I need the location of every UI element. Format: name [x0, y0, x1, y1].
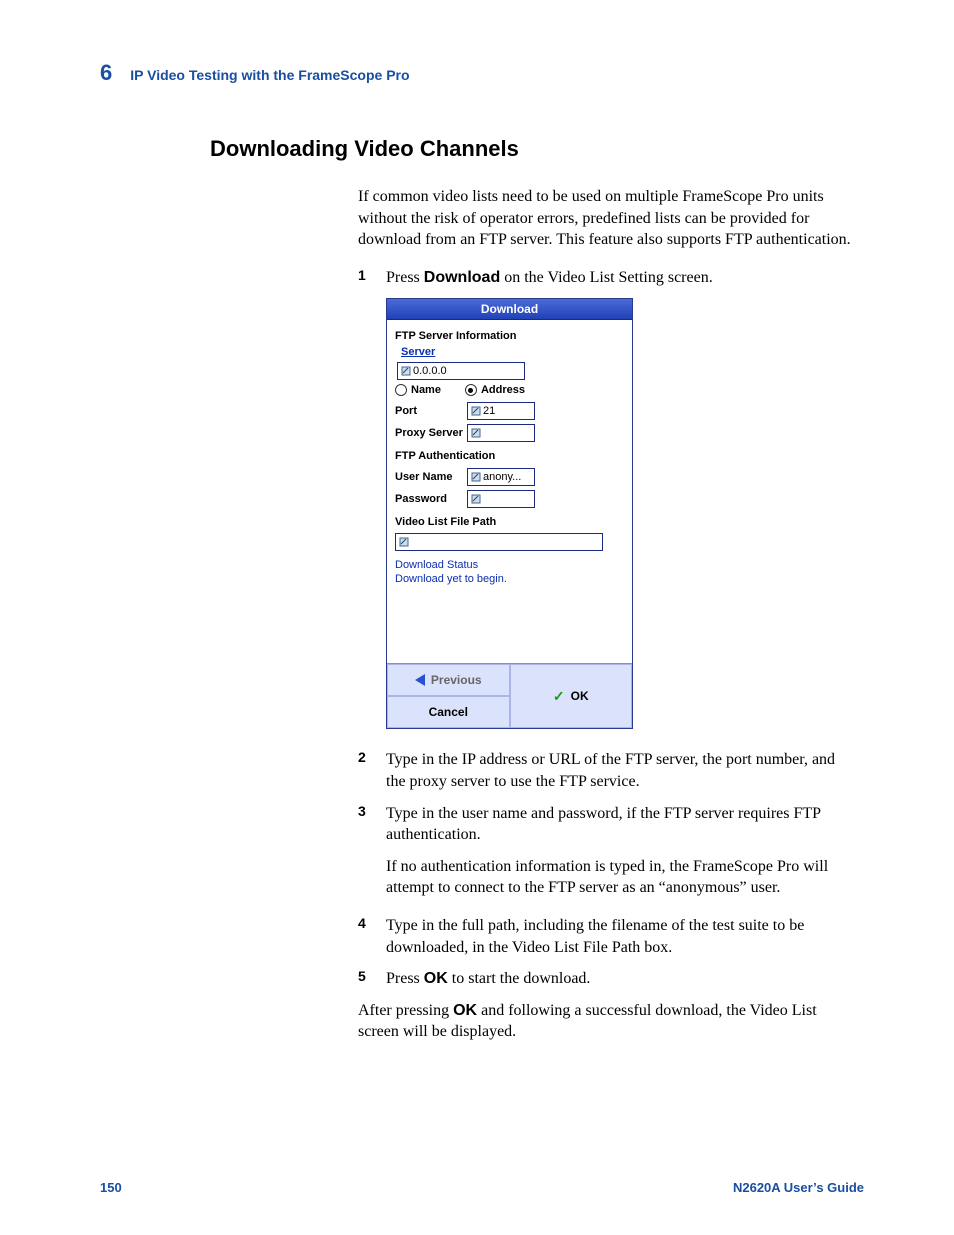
step-3: 3 Type in the user name and password, if… [358, 803, 858, 846]
proxy-input[interactable] [467, 424, 535, 442]
intro-paragraph: If common video lists need to be used on… [358, 186, 858, 251]
closing-paragraph: After pressing OK and following a succes… [358, 1000, 858, 1043]
cancel-button-label: Cancel [429, 705, 468, 719]
radio-name[interactable] [395, 384, 407, 396]
step-1: 1 Press Download on the Video List Setti… [358, 267, 858, 289]
username-input[interactable]: anony... [467, 468, 535, 486]
step-2: 2 Type in the IP address or URL of the F… [358, 749, 858, 792]
step-text: Type in the IP address or URL of the FTP… [386, 749, 858, 792]
download-status-text: Download yet to begin. [395, 573, 624, 585]
download-status-legend: Download Status [395, 559, 478, 571]
port-label: Port [395, 405, 467, 417]
username-label: User Name [395, 471, 467, 483]
radio-name-label: Name [411, 384, 441, 396]
ftp-auth-group: FTP Authentication User Name anony... Pa… [395, 450, 624, 508]
edit-icon [471, 494, 481, 504]
chapter-title: IP Video Testing with the FrameScope Pro [130, 67, 409, 83]
step-4: 4 Type in the full path, including the f… [358, 915, 858, 958]
text-fragment: After pressing [358, 1002, 453, 1019]
arrow-left-icon [415, 674, 425, 686]
username-value: anony... [483, 471, 521, 483]
section-heading: Downloading Video Channels [210, 136, 864, 162]
file-path-group: Video List File Path [395, 516, 624, 551]
proxy-label: Proxy Server [395, 427, 467, 439]
download-keyword: Download [424, 269, 500, 286]
text-fragment: Press [386, 970, 424, 987]
port-input[interactable]: 21 [467, 402, 535, 420]
text-fragment: on the Video List Setting screen. [500, 269, 712, 286]
ftp-auth-legend: FTP Authentication [395, 450, 495, 462]
edit-icon [399, 537, 409, 547]
check-icon: ✓ [553, 688, 565, 705]
ftp-server-info-group: FTP Server Information Server 0.0.0.0 Na… [395, 330, 624, 442]
edit-icon [471, 472, 481, 482]
ok-keyword: OK [453, 1002, 477, 1019]
step-text: Type in the user name and password, if t… [386, 803, 858, 846]
server-value: 0.0.0.0 [413, 365, 447, 377]
step-number: 4 [358, 915, 378, 958]
edit-icon [471, 406, 481, 416]
ok-button[interactable]: ✓ OK [510, 664, 633, 728]
step-5: 5 Press OK to start the download. [358, 968, 858, 990]
ok-keyword: OK [424, 970, 448, 987]
step-text: Press OK to start the download. [386, 968, 858, 990]
text-fragment: to start the download. [448, 970, 591, 987]
page-header: 6 IP Video Testing with the FrameScope P… [100, 60, 864, 86]
step-number: 3 [358, 803, 378, 846]
download-status-group: Download Status Download yet to begin. [395, 559, 624, 585]
page-number: 150 [100, 1180, 122, 1195]
ftp-server-info-legend: FTP Server Information [395, 330, 516, 342]
server-link[interactable]: Server [401, 346, 435, 358]
port-value: 21 [483, 405, 495, 417]
download-dialog-screenshot: Download FTP Server Information Server 0… [386, 298, 633, 729]
edit-icon [471, 428, 481, 438]
step-number: 5 [358, 968, 378, 990]
password-label: Password [395, 493, 467, 505]
previous-button[interactable]: Previous [387, 664, 510, 696]
radio-address-label: Address [481, 384, 525, 396]
document-title: N2620A User’s Guide [733, 1180, 864, 1195]
step-number: 2 [358, 749, 378, 792]
dialog-title: Download [387, 299, 632, 320]
ok-button-label: OK [571, 689, 589, 703]
page-footer: 150 N2620A User’s Guide [100, 1180, 864, 1195]
password-input[interactable] [467, 490, 535, 508]
server-input[interactable]: 0.0.0.0 [397, 362, 525, 380]
edit-icon [401, 366, 411, 376]
text-fragment: Press [386, 269, 424, 286]
step-3-note: If no authentication information is type… [386, 856, 858, 899]
cancel-button[interactable]: Cancel [387, 696, 510, 728]
previous-button-label: Previous [431, 673, 482, 687]
file-path-legend: Video List File Path [395, 516, 496, 528]
chapter-number: 6 [100, 60, 112, 86]
step-text: Press Download on the Video List Setting… [386, 267, 858, 289]
step-number: 1 [358, 267, 378, 289]
radio-address[interactable] [465, 384, 477, 396]
step-text: Type in the full path, including the fil… [386, 915, 858, 958]
file-path-input[interactable] [395, 533, 603, 551]
